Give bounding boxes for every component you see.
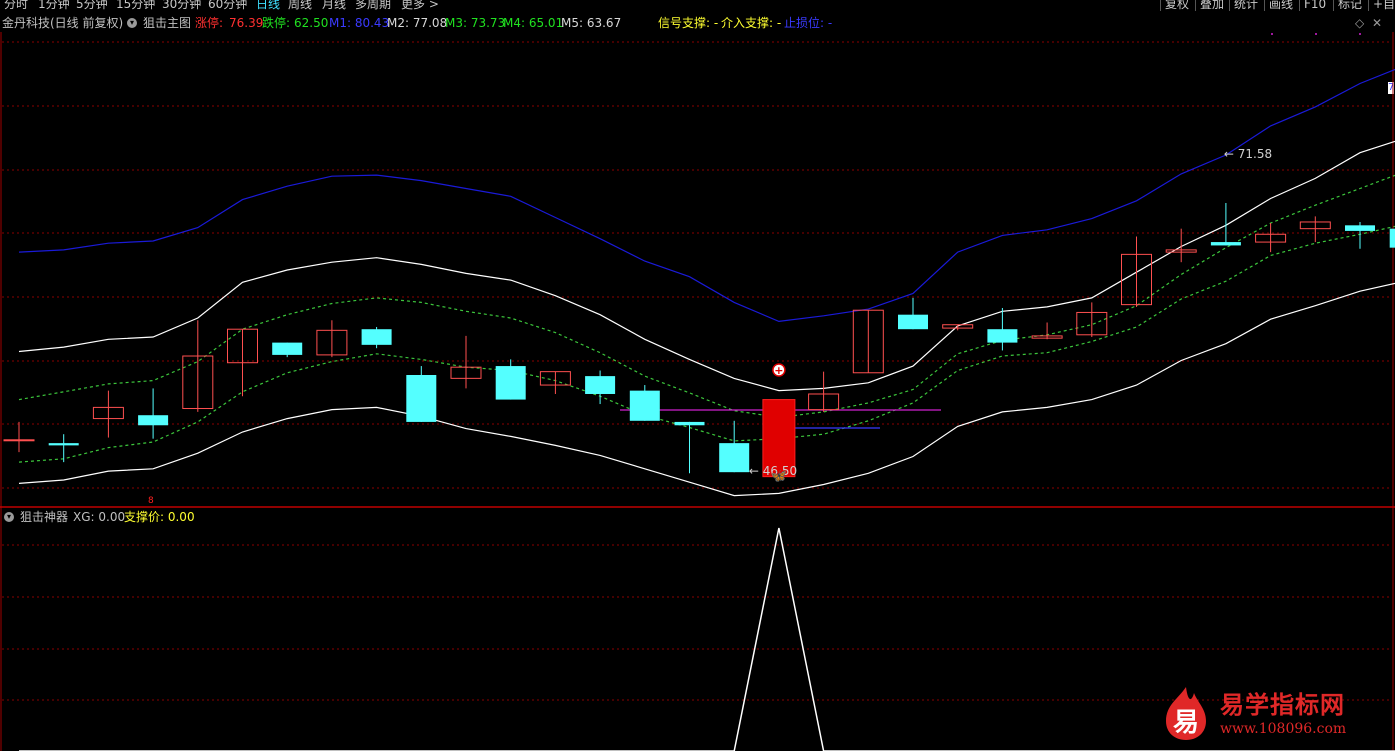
sub-indicator-name[interactable]: 狙击神器 [20, 508, 68, 526]
candle-body-up [3, 439, 35, 442]
candle-body-down [898, 314, 928, 330]
candle-body-down [406, 375, 437, 422]
candle-body-down [585, 376, 616, 394]
candle-body-down [272, 342, 303, 355]
band-upper-line [18, 140, 1395, 392]
candle-body-down [719, 443, 750, 473]
watermark: 易 易学指标网 www.108096.com [1158, 683, 1388, 747]
candle-body-down [674, 421, 705, 426]
high-price-label: ← 71.58 [1224, 147, 1272, 161]
band-top-line [18, 68, 1395, 323]
candle-body-down [987, 329, 1018, 343]
candle-body-down [361, 329, 392, 345]
band-bottom-line [18, 282, 1395, 497]
pink-dot [1359, 33, 1361, 35]
candle-body-down [1210, 242, 1241, 246]
candle-body-down [629, 390, 660, 421]
watermark-title: 易学指标网 [1220, 691, 1345, 719]
candle-body-down [48, 443, 79, 446]
pink-dot [1271, 33, 1273, 35]
pink-dot [1315, 33, 1317, 35]
flame-logo-icon: 易 [1166, 687, 1206, 740]
butterfly-icon: 🦋 [771, 469, 787, 484]
candle-body-down [138, 415, 169, 426]
candle-body-down [1389, 228, 1395, 248]
small-mark: 8 [148, 496, 154, 506]
watermark-url: www.108096.com [1220, 721, 1347, 737]
kline-chart[interactable]: ← 46.50← 71.58+🦋8 [0, 0, 1395, 751]
support-price: 支撑价: 0.00 [124, 510, 195, 524]
candle-body-down [495, 366, 526, 400]
logo-char: 易 [1173, 708, 1199, 738]
sub-panel-info-row: ▾ 狙击神器 XG: 0.00 支撑价: 0.00 [0, 508, 1395, 526]
chevron-down-icon[interactable]: ▾ [4, 512, 14, 522]
band-lower-line [18, 225, 1395, 463]
plus-sign: + [774, 364, 783, 377]
band-middle-line [18, 174, 1395, 419]
xg-value: XG: 0.00 [73, 510, 126, 524]
candle-body-down [1345, 225, 1375, 231]
